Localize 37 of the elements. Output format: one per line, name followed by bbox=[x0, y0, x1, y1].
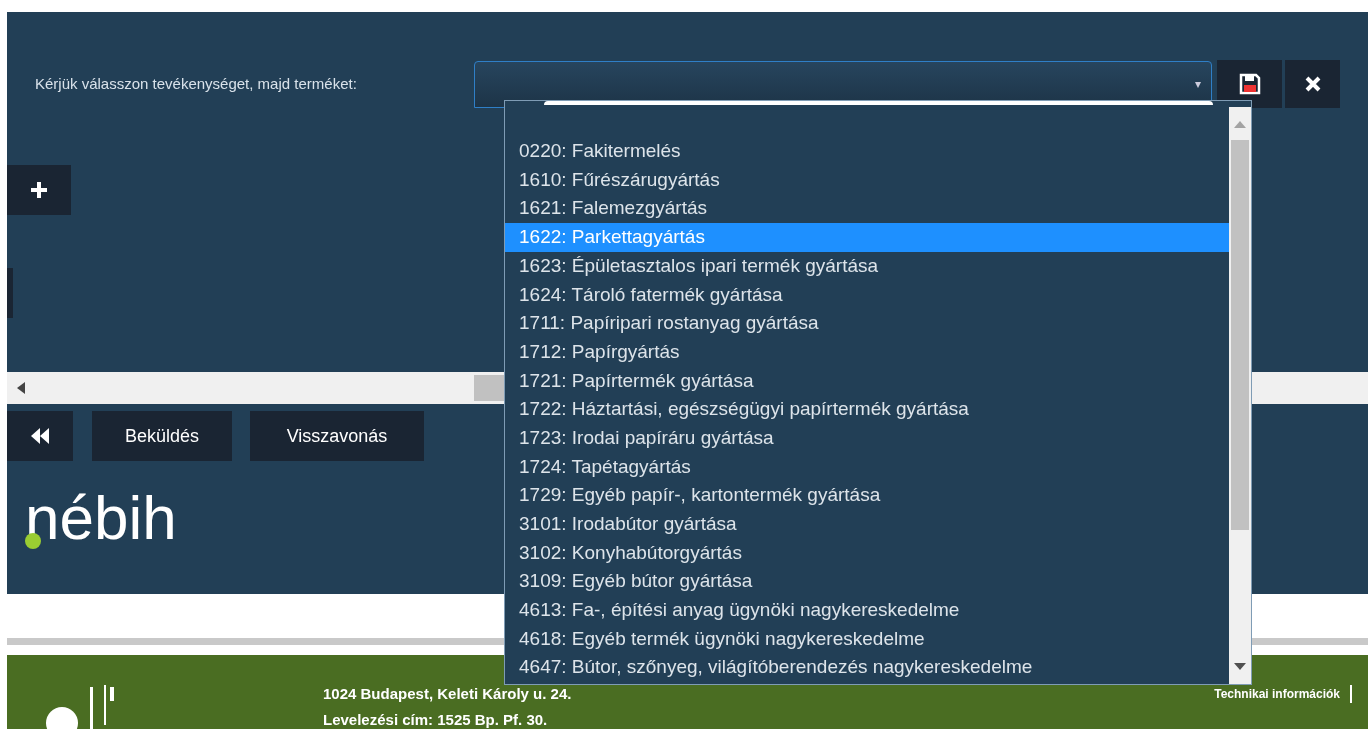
dropdown-option[interactable]: 3102: Konyhabútorgyártás bbox=[505, 538, 1229, 568]
dropdown-option[interactable]: 0220: Fakitermelés bbox=[505, 137, 1229, 166]
save-button[interactable] bbox=[1217, 60, 1282, 108]
dropdown-option[interactable]: 1711: Papíripari rostanyag gyártása bbox=[505, 309, 1229, 338]
dropdown-option[interactable]: 1623: Épületasztalos ipari termék gyártása bbox=[505, 251, 1229, 281]
double-left-icon bbox=[30, 427, 50, 445]
dropdown-option[interactable]: 4618: Egyéb termék ügynöki nagykereskedelme bbox=[505, 624, 1229, 654]
close-icon bbox=[1304, 76, 1321, 92]
logo: nébih bbox=[25, 487, 177, 549]
dropdown-option[interactable]: 1724: Tapétagyártás bbox=[505, 452, 1229, 482]
scroll-left-icon[interactable] bbox=[17, 382, 25, 394]
add-button[interactable] bbox=[7, 165, 71, 215]
dropdown-option[interactable]: 3109: Egyéb bútor gyártása bbox=[505, 567, 1229, 596]
close-button[interactable] bbox=[1285, 60, 1340, 108]
action-button[interactable]: Beküldés bbox=[92, 411, 232, 461]
plus-icon bbox=[30, 181, 48, 199]
form-label: Kérjük válasszon tevékenységet, majd terméket: bbox=[34, 73, 358, 94]
dropdown-option[interactable]: 4647: Bútor, szőnyeg, világítóberendezés nagykereskedelme bbox=[505, 653, 1229, 683]
dropdown-option[interactable]: 1723: Irodai papíráru gyártása bbox=[505, 423, 1229, 453]
action-button[interactable]: Visszavonás bbox=[250, 411, 424, 461]
dropdown-option[interactable]: 3101: Irodabútor gyártása bbox=[505, 509, 1229, 539]
dropdown-option[interactable]: 1624: Tároló fatermék gyártása bbox=[505, 280, 1229, 310]
dropdown-option[interactable]: 1729: Egyéb papír-, kartontermék gyártása bbox=[505, 481, 1229, 510]
scrollbar-thumb[interactable] bbox=[1231, 140, 1249, 530]
scroll-down-icon[interactable] bbox=[1234, 663, 1246, 670]
save-icon bbox=[1238, 73, 1261, 95]
dropdown-option[interactable]: 4613: Fa-, építési anyag ügynöki nagykereskedelme bbox=[505, 596, 1229, 625]
mail-address-text: Levelezési cím: 1525 Bp. Pf. 30. bbox=[323, 710, 549, 729]
dropdown-option[interactable]: 1712: Papírgyártás bbox=[505, 337, 1229, 367]
caret-icon: ▾ bbox=[1195, 75, 1201, 93]
dropdown-option[interactable]: 1621: Falemezgyártás bbox=[505, 194, 1229, 224]
back-button[interactable] bbox=[7, 411, 73, 461]
dropdown-option[interactable]: 1722: Háztartási, egészségügyi papírtermék gyártása bbox=[505, 395, 1229, 424]
dropdown-option[interactable]: 1610: Fűrészárugyártás bbox=[505, 165, 1229, 195]
vertical-scrollbar[interactable] bbox=[1229, 107, 1251, 684]
address-text: 1024 Budapest, Keleti Károly u. 24. bbox=[323, 684, 572, 704]
dropdown-option[interactable]: 1721: Papírtermék gyártása bbox=[505, 366, 1229, 396]
